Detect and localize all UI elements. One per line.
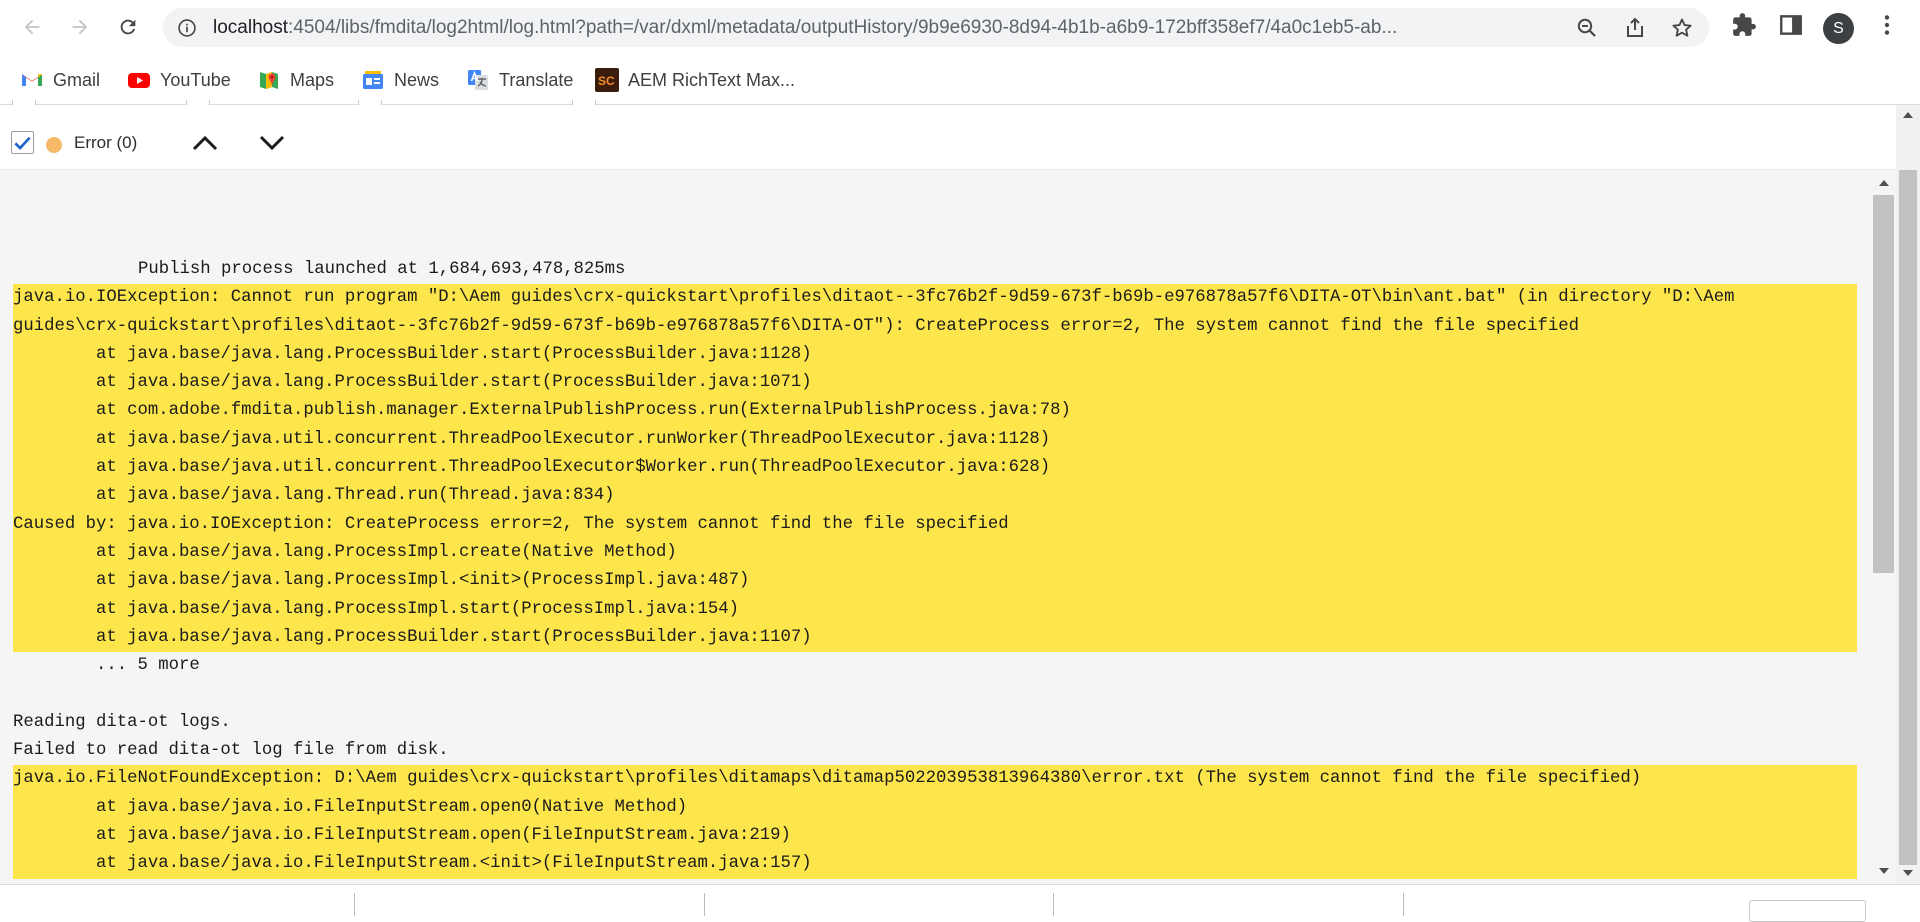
bookmark-news[interactable]: News <box>361 67 439 93</box>
extensions-icon[interactable] <box>1731 12 1757 38</box>
bookmark-label: Gmail <box>53 69 101 90</box>
log-scrollbar-thumb[interactable] <box>1873 195 1894 573</box>
page-scroll-up-arrow-icon[interactable] <box>1902 110 1914 120</box>
bookmark-label: Translate <box>499 69 574 90</box>
log-line-blank <box>13 680 1857 708</box>
panel-divider <box>1403 893 1404 916</box>
log-line-stack: at java.base/java.io.FileInputStream.ope… <box>13 793 1857 822</box>
forward-button[interactable] <box>62 9 98 45</box>
log-line-stack: at java.base/java.util.concurrent.Thread… <box>13 425 1857 455</box>
address-bar[interactable]: localhost:4504/libs/fmdita/log2html/log.… <box>163 8 1709 47</box>
log-line-stack: at java.base/java.lang.ProcessBuilder.st… <box>13 369 1857 398</box>
youtube-icon <box>128 73 150 88</box>
back-arrow-icon <box>24 19 40 35</box>
log-line-stack: at java.base/java.lang.Thread.run(Thread… <box>13 482 1857 511</box>
log-line-error: java.io.FileNotFoundException: D:\Aem gu… <box>13 765 1857 794</box>
log-line-stack: at com.adobe.fmdita.publish.manager.Exte… <box>13 397 1857 426</box>
bottom-input-box[interactable] <box>1749 900 1866 922</box>
zoom-out-icon[interactable] <box>1575 16 1599 40</box>
profile-avatar[interactable]: S <box>1823 13 1854 44</box>
page-scrollbar-thumb[interactable] <box>1899 170 1917 865</box>
gmail-icon <box>22 74 42 86</box>
forward-arrow-icon <box>72 19 88 35</box>
bookmark-gmail[interactable]: Gmail <box>20 67 100 93</box>
log-line-stack: at java.base/java.lang.ProcessBuilder.st… <box>13 623 1857 653</box>
log-line-error: java.io.IOException: Cannot run program … <box>13 284 1857 313</box>
scroll-down-arrow-icon[interactable] <box>1878 866 1890 876</box>
log-content: Publish process launched at 1,684,693,47… <box>13 256 1857 879</box>
log-line-caused-by: Caused by: java.io.IOException: CreatePr… <box>13 510 1857 539</box>
bookmark-label: Maps <box>290 69 335 90</box>
log-line-info: Failed to read dita-ot log file from dis… <box>13 741 449 761</box>
url-text[interactable]: localhost:4504/libs/fmdita/log2html/log.… <box>213 8 1543 47</box>
error-status-dot <box>46 137 62 153</box>
error-filter-label: Error (0) <box>74 133 138 152</box>
checkmark-icon <box>14 136 31 150</box>
url-host: localhost <box>213 17 288 38</box>
error-filter-checkbox[interactable] <box>11 131 34 154</box>
panel-divider <box>704 893 705 916</box>
bookmark-aem-richtext[interactable]: SC AEM RichText Max... <box>595 67 795 93</box>
log-line-stack: at java.base/java.lang.ProcessImpl.creat… <box>13 538 1857 568</box>
news-icon <box>363 71 383 89</box>
reload-icon <box>120 19 136 35</box>
sc-icon: SC <box>595 68 619 92</box>
log-line-stack: at java.base/java.lang.ProcessImpl.start… <box>13 595 1857 624</box>
avatar-letter: S <box>1833 19 1844 37</box>
log-line-stack: at java.base/java.io.FileInputStream.ope… <box>13 821 1857 851</box>
share-icon[interactable] <box>1623 16 1647 40</box>
maps-icon <box>260 72 278 89</box>
bookmark-label: News <box>394 69 440 90</box>
log-line-launch: Publish process launched at 1,684,693,47… <box>138 260 626 279</box>
page-scroll-down-arrow-icon[interactable] <box>1902 868 1914 878</box>
bookmarks-bar: Gmail YouTube Maps News Translate SC AEM… <box>0 56 1920 105</box>
log-output-panel: Publish process launched at 1,684,693,47… <box>0 170 1896 884</box>
bookmark-translate[interactable]: Translate <box>466 67 573 93</box>
panel-divider <box>354 893 355 916</box>
log-line-stack: at java.base/java.util.concurrent.Thread… <box>13 454 1857 483</box>
log-line-stack: at java.base/java.io.FileInputStream.<in… <box>13 850 1857 879</box>
browser-toolbar: localhost:4504/libs/fmdita/log2html/log.… <box>0 0 1920 57</box>
info-icon[interactable] <box>177 18 197 38</box>
bookmark-maps[interactable]: Maps <box>257 67 334 93</box>
panel-divider <box>1053 893 1054 916</box>
log-line-info: Reading dita-ot logs. <box>13 712 231 732</box>
log-line-more: ... 5 more <box>96 656 200 676</box>
url-path: :4504/libs/fmdita/log2html/log.html?path… <box>288 17 1398 38</box>
side-panel-icon[interactable] <box>1778 12 1804 38</box>
scroll-up-arrow-icon[interactable] <box>1878 178 1890 188</box>
bookmark-label: YouTube <box>160 69 231 90</box>
log-line-stack: at java.base/java.lang.ProcessImpl.<init… <box>13 567 1857 596</box>
star-icon[interactable] <box>1670 16 1694 40</box>
reload-button[interactable] <box>110 9 146 45</box>
bottom-panel <box>0 884 1920 922</box>
translate-icon <box>468 70 488 90</box>
log-line-error: guides\crx-quickstart\profiles\ditaot--3… <box>13 312 1857 341</box>
log-filter-toolbar: Error (0) <box>0 105 1896 170</box>
svg-text:SC: SC <box>598 74 615 88</box>
previous-error-button[interactable] <box>189 131 221 155</box>
log-line-stack: at java.base/java.lang.ProcessBuilder.st… <box>13 340 1857 370</box>
next-error-button[interactable] <box>256 131 288 155</box>
more-vert-icon[interactable] <box>1874 12 1900 38</box>
bookmark-label: AEM RichText Max... <box>628 69 796 90</box>
bookmark-youtube[interactable]: YouTube <box>127 67 231 93</box>
back-button[interactable] <box>14 9 50 45</box>
